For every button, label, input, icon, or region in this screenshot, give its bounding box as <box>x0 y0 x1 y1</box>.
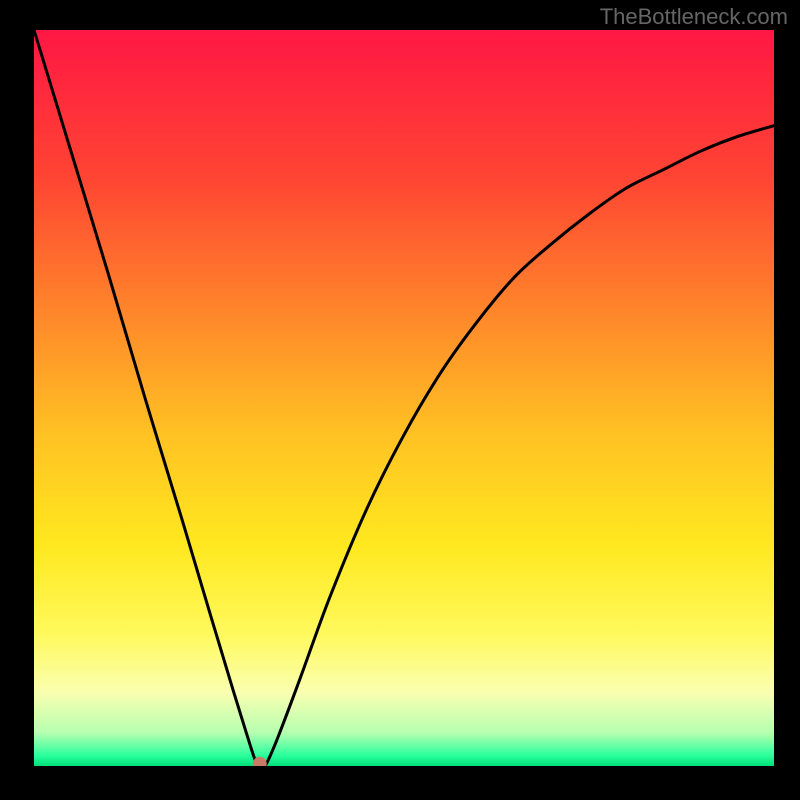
bottleneck-curve <box>34 30 774 766</box>
curve-layer <box>34 30 774 766</box>
plot-area <box>34 30 774 766</box>
watermark-text: TheBottleneck.com <box>600 4 788 30</box>
